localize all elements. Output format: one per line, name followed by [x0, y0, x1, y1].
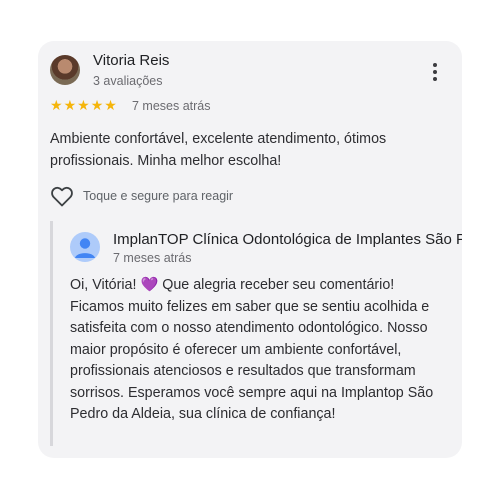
reviewer-name[interactable]: Vitoria Reis	[93, 52, 169, 69]
more-vert-dot	[433, 77, 437, 81]
star-icon: ★	[50, 97, 63, 113]
more-options-button[interactable]	[427, 61, 443, 83]
react-button[interactable]: Toque e segure para reagir	[50, 185, 233, 207]
review-card: Vitoria Reis 3 avaliações ★ ★ ★ ★ ★ 7 meses …	[38, 41, 462, 458]
star-icon: ★	[63, 97, 77, 113]
review-text: Ambiente confortável, excelente atendime…	[50, 131, 387, 169]
heart-outline-icon	[51, 186, 73, 207]
more-vert-icon	[433, 63, 437, 67]
default-profile-icon[interactable]	[70, 232, 100, 262]
star-icon: ★	[77, 97, 90, 113]
owner-name[interactable]: ImplanTOP Clínica Odontológica de Implan…	[113, 231, 462, 248]
reply-time: 7 meses atrás	[113, 251, 192, 265]
star-rating: ★ ★ ★ ★ ★	[50, 98, 117, 112]
reviewer-avatar[interactable]	[50, 55, 80, 85]
review-time: 7 meses atrás	[132, 99, 211, 113]
owner-reply: ImplanTOP Clínica Odontológica de Implan…	[50, 221, 462, 446]
star-icon: ★	[90, 97, 104, 113]
profile-silhouette	[75, 238, 95, 258]
react-label: Toque e segure para reagir	[83, 189, 234, 203]
reply-text: Oi, Vitória! 💜 Que alegria receber seu c…	[70, 277, 434, 422]
reviewer-review-count: 3 avaliações	[93, 74, 163, 88]
star-icon: ★	[104, 97, 117, 113]
more-vert-dot	[433, 70, 437, 74]
